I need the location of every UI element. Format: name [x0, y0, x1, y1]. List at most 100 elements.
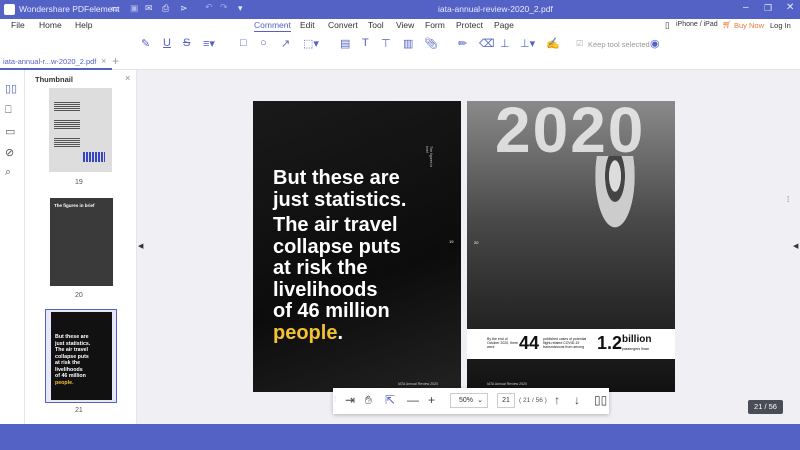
- thumbnail-title: Thumbnail: [35, 75, 73, 84]
- tab-page[interactable]: Page: [494, 20, 514, 30]
- callout-icon[interactable]: ▥: [403, 37, 413, 50]
- mail-icon[interactable]: ✉: [145, 3, 153, 14]
- tab-convert[interactable]: Convert: [328, 20, 358, 30]
- text-field-icon[interactable]: ⊤: [381, 37, 391, 50]
- headline-line: But these are: [273, 167, 400, 189]
- previous-page-icon[interactable]: ↑: [554, 393, 560, 407]
- undo-icon[interactable]: ↶: [205, 2, 213, 13]
- document-tab-row: iata-annual-r...w-2020_2.pdf × +: [0, 54, 800, 70]
- comment-panel-icon[interactable]: ▭: [5, 125, 15, 138]
- fit-page-icon[interactable]: ⇥: [345, 393, 355, 407]
- select-tool-icon[interactable]: ⇱: [385, 393, 395, 407]
- page-footer: IATA Annual Review 2020: [487, 382, 527, 386]
- collapse-panel-arrow-icon[interactable]: ◀: [138, 242, 143, 250]
- thumbnail-page-19[interactable]: [49, 88, 112, 172]
- stamp-icon[interactable]: ⊥: [500, 37, 510, 50]
- ellipse-icon[interactable]: ○: [260, 37, 267, 49]
- text-markup-dropdown-icon[interactable]: ≡▾: [203, 37, 215, 50]
- headline-line: of 46 million: [273, 300, 390, 322]
- thumbnail-page-20[interactable]: The figures in brief: [50, 198, 113, 286]
- attachment-icon[interactable]: 📎︎: [424, 37, 438, 50]
- open-folder-icon[interactable]: ▭: [111, 3, 120, 14]
- headline-period: .: [337, 321, 344, 344]
- tab-tool[interactable]: Tool: [368, 20, 384, 30]
- expand-right-panel-arrow-icon[interactable]: ◀: [793, 242, 798, 250]
- next-page-icon[interactable]: ↓: [574, 393, 580, 407]
- headline-line: at risk the: [273, 257, 368, 279]
- stats-strip: By the end of October 2020, there were 4…: [467, 329, 675, 359]
- stat1-pre: By the end of October 2020, there were: [487, 337, 519, 349]
- save-icon[interactable]: ▣: [130, 3, 139, 14]
- restore-icon[interactable]: ❐: [764, 3, 772, 14]
- page-layout-icon[interactable]: ▯▯: [594, 393, 607, 407]
- note-icon[interactable]: ▤: [340, 37, 350, 50]
- minimize-icon[interactable]: –: [743, 2, 749, 13]
- rectangle-icon[interactable]: □: [240, 37, 247, 49]
- zoom-value: 50%: [459, 397, 474, 404]
- hand-tool-icon[interactable]: ✋︎: [365, 393, 372, 408]
- close-icon[interactable]: ✕: [786, 2, 794, 13]
- tab-comment[interactable]: Comment: [254, 20, 291, 32]
- page-headline: But these are just statistics. The air t…: [273, 167, 406, 344]
- menu-home[interactable]: Home: [39, 20, 62, 30]
- thumbnail-page-21-selected[interactable]: But these are just statistics. The air tra…: [45, 309, 117, 403]
- search-icon[interactable]: ⌕: [5, 166, 11, 179]
- tab-edit[interactable]: Edit: [300, 20, 315, 30]
- stamp-dropdown-icon[interactable]: ⊥▾: [520, 37, 535, 50]
- menu-bar: File Home Help Comment Edit Convert Tool…: [0, 19, 800, 33]
- keep-tool-checkbox[interactable]: ☑: [576, 39, 583, 48]
- attachment-panel-icon[interactable]: ⊘: [5, 146, 14, 159]
- zoom-in-icon[interactable]: +: [428, 393, 435, 407]
- hide-annotations-eye-icon[interactable]: ◉: [650, 37, 660, 50]
- stat2-post: passengers flown: [622, 347, 650, 351]
- document-tab-label: iata-annual-r...w-2020_2.pdf: [3, 57, 97, 66]
- underline-icon[interactable]: U: [163, 37, 171, 49]
- close-panel-icon[interactable]: ×: [125, 73, 130, 83]
- stat1-post: published cases of potential flight-rela…: [543, 337, 587, 349]
- new-tab-icon[interactable]: +: [112, 54, 119, 68]
- menu-help[interactable]: Help: [75, 20, 92, 30]
- cart-icon: 🛒︎: [722, 20, 732, 29]
- signature-icon[interactable]: ✍: [546, 37, 560, 50]
- flight-attendant-image: [592, 156, 638, 236]
- left-icon-rail: ▯▯ ⎕ ▭ ⊘ ⌕: [0, 70, 25, 424]
- page-number: 20: [474, 240, 479, 245]
- page-footer: IATA Annual Review 2020: [398, 382, 438, 386]
- share-icon[interactable]: ⋗: [180, 3, 188, 14]
- thumbnail-panel: Thumbnail × 19 The figures in brief 20 B…: [25, 70, 137, 424]
- buy-now-button[interactable]: Buy Now: [734, 21, 764, 30]
- thumbnail-20-title: The figures in brief: [54, 203, 95, 208]
- thumbnail-page-label: 21: [75, 407, 83, 414]
- tab-protect[interactable]: Protect: [456, 20, 483, 30]
- strikethrough-icon[interactable]: S: [183, 37, 190, 49]
- redo-icon[interactable]: ↷: [220, 2, 228, 13]
- tab-view[interactable]: View: [396, 20, 414, 30]
- document-view: ◀ ◀ ⁞ But these are just statistics. The…: [137, 70, 800, 424]
- document-tab[interactable]: iata-annual-r...w-2020_2.pdf ×: [0, 54, 112, 70]
- floating-navigation-bar: ⁞ ⇥ ✋︎ ⇱ — + 50% ⌄ 21 ( 21 / 56 ) ↑ ↓ ▯▯: [333, 388, 609, 414]
- comment-toolbar: ✎ U S ≡▾ □ ○ ↗ ⬚▾ ▤ T ⊤ ▥ 📎︎ ✏ ⌫ ⊥ ⊥▾ ✍ …: [0, 34, 800, 54]
- text-box-icon[interactable]: T: [362, 37, 369, 49]
- bookmark-icon[interactable]: ⎕: [5, 104, 12, 117]
- login-button[interactable]: Log In: [770, 21, 791, 30]
- print-icon[interactable]: ⎙: [162, 3, 169, 14]
- thumbnail-panel-icon[interactable]: ▯▯: [5, 82, 17, 95]
- scroll-indicator-icon[interactable]: ⁞: [787, 195, 789, 204]
- headline-line: collapse puts: [273, 235, 401, 258]
- iphone-ipad-link[interactable]: iPhone / iPad: [676, 21, 718, 28]
- headline-line: livelihoods: [273, 278, 378, 301]
- quick-access-dropdown-icon[interactable]: ▾: [238, 3, 243, 14]
- zoom-select[interactable]: 50% ⌄: [450, 393, 488, 408]
- close-tab-icon[interactable]: ×: [101, 56, 106, 66]
- menu-file[interactable]: File: [11, 20, 25, 30]
- arrow-icon[interactable]: ↗: [281, 37, 290, 50]
- highlight-icon[interactable]: ✎: [141, 37, 150, 50]
- pencil-icon[interactable]: ✏: [458, 37, 467, 50]
- zoom-out-icon[interactable]: —: [407, 393, 419, 407]
- shapes-dropdown-icon[interactable]: ⬚▾: [303, 37, 319, 50]
- tab-form[interactable]: Form: [425, 20, 445, 30]
- page-number-input[interactable]: 21: [497, 393, 515, 408]
- drag-handle-icon[interactable]: ⁞: [334, 395, 336, 404]
- eraser-icon[interactable]: ⌫: [479, 37, 495, 50]
- phone-icon: ▯: [665, 20, 670, 30]
